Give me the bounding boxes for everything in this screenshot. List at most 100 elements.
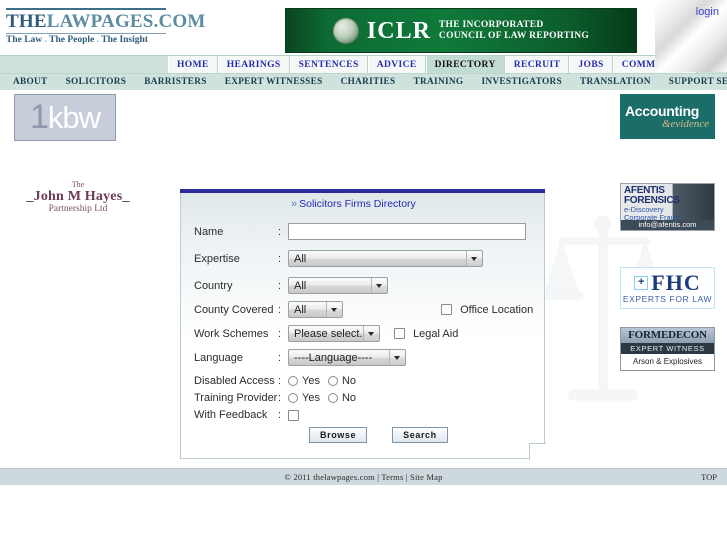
form-row-county-covered: County Covered : All Office Location bbox=[194, 301, 533, 318]
subnav-item-translation[interactable]: TRANSLATION bbox=[571, 74, 660, 90]
select-expertise[interactable]: All bbox=[288, 250, 483, 267]
logo-title-the: THE bbox=[6, 11, 47, 32]
radio-disabled-access-yes[interactable] bbox=[288, 376, 298, 386]
nav-tab-community[interactable]: COMMUNITY bbox=[612, 56, 698, 73]
left-ad-column: 1kbw The _John M Hayes_ Partnership Ltd bbox=[14, 94, 164, 215]
nav-tab-directory[interactable]: DIRECTORY bbox=[425, 56, 505, 73]
logo-title-lawpages: LAWPAGES.COM bbox=[46, 11, 206, 32]
label-name: Name bbox=[194, 225, 224, 238]
ad-formedecon[interactable]: FORMEDECON EXPERT WITNESS Arson & Explos… bbox=[620, 327, 715, 371]
browse-button[interactable]: Browse bbox=[309, 427, 368, 443]
site-logo[interactable]: THELAWPAGES.COM The Law . The People . T… bbox=[6, 8, 205, 45]
form-row-name: Name : bbox=[194, 223, 526, 240]
page-content: 1kbw The _John M Hayes_ Partnership Ltd … bbox=[0, 90, 727, 473]
ad-fhc-mark: FHC bbox=[651, 269, 701, 295]
subnav-item-investigators[interactable]: INVESTIGATORS bbox=[472, 74, 571, 90]
label-legal-aid: Legal Aid bbox=[413, 327, 459, 340]
checkbox-with-feedback[interactable] bbox=[288, 409, 299, 421]
select-work-schemes[interactable]: Please select... bbox=[288, 325, 380, 342]
subnav-item-expert-witnesses[interactable]: EXPERT WITNESSES bbox=[216, 74, 332, 90]
select-county-covered[interactable]: All bbox=[288, 301, 343, 318]
form-row-country: Country : All bbox=[194, 277, 388, 294]
back-to-top-link[interactable]: TOP bbox=[701, 469, 717, 485]
ad-john-m-hayes[interactable]: The _John M Hayes_ Partnership Ltd bbox=[14, 181, 142, 215]
ad-jmh-sub: Partnership Ltd bbox=[48, 204, 108, 214]
panel-top-accent-bar bbox=[180, 189, 545, 193]
nav-tab-home[interactable]: HOME bbox=[168, 56, 218, 73]
ad-accounting-line2: &evidence bbox=[661, 117, 709, 130]
label-work-schemes: Work Schemes bbox=[194, 327, 269, 340]
label-country: Country bbox=[194, 279, 233, 292]
form-row-work-schemes: Work Schemes : Please select... Legal Ai… bbox=[194, 325, 458, 342]
radio-disabled-access-no[interactable] bbox=[327, 376, 338, 386]
subnav-item-support-services[interactable]: SUPPORT SERVICES bbox=[660, 74, 727, 90]
ad-1kbw[interactable]: 1kbw bbox=[14, 94, 116, 141]
chevron-down-icon bbox=[389, 350, 404, 365]
right-ad-column: Accounting &evidence AFENTIS FORENSICS e… bbox=[620, 94, 720, 371]
nav-tab-recruit[interactable]: RECRUIT bbox=[504, 56, 570, 73]
ad-accounting-evidence[interactable]: Accounting &evidence bbox=[620, 94, 715, 139]
iclr-tagline-line2: COUNCIL OF LAW REPORTING bbox=[438, 30, 590, 41]
select-language[interactable]: ----Language---- bbox=[288, 349, 406, 366]
subnav-item-barristers[interactable]: BARRISTERS bbox=[135, 74, 215, 90]
form-row-expertise: Expertise : All bbox=[194, 250, 483, 267]
colon-language: : bbox=[278, 351, 282, 364]
colon-training-provider: : bbox=[278, 392, 282, 404]
subnav-item-charities[interactable]: CHARITIES bbox=[332, 74, 405, 90]
label-office-location: Office Location bbox=[460, 303, 534, 316]
login-link[interactable]: login bbox=[696, 6, 719, 18]
panel-title-text: Solicitors Firms Directory bbox=[299, 198, 416, 210]
label-county-covered: County Covered bbox=[194, 303, 274, 316]
site-header: THELAWPAGES.COM The Law . The People . T… bbox=[0, 0, 727, 55]
checkbox-legal-aid[interactable] bbox=[394, 328, 405, 340]
select-language-value: ----Language---- bbox=[294, 351, 373, 364]
checkbox-office-location-wrap: Office Location bbox=[441, 304, 533, 316]
subnav-item-about[interactable]: ABOUT bbox=[4, 74, 57, 90]
subnav-item-solicitors[interactable]: SOLICITORS bbox=[57, 74, 136, 90]
chevron-right-icon: » bbox=[291, 198, 298, 210]
ad-afentis-email: info@afentis.com bbox=[621, 220, 714, 230]
radio-training-provider-no[interactable] bbox=[327, 393, 338, 403]
chevron-down-icon bbox=[466, 251, 481, 266]
search-button[interactable]: Search bbox=[392, 427, 448, 443]
iclr-banner-ad[interactable]: ICLR THE INCORPORATED COUNCIL OF LAW REP… bbox=[285, 8, 637, 53]
ad-1kbw-one: 1 bbox=[29, 98, 49, 136]
select-county-covered-value: All bbox=[294, 303, 307, 316]
colon-expertise: : bbox=[278, 252, 282, 265]
iclr-tagline: THE INCORPORATED COUNCIL OF LAW REPORTIN… bbox=[439, 20, 589, 42]
select-country[interactable]: All bbox=[288, 277, 388, 294]
footer-copyright: © 2011 thelawpages.com | Terms | Site Ma… bbox=[284, 472, 443, 482]
ad-formedecon-line3: Arson & Explosives bbox=[633, 357, 702, 366]
label-disabled-access: Disabled Access bbox=[194, 375, 275, 387]
colon-work-schemes: : bbox=[278, 327, 282, 340]
label-training-provider-yes: Yes bbox=[302, 392, 320, 404]
search-input-name[interactable] bbox=[288, 223, 526, 240]
ad-accounting-line1: Accounting bbox=[625, 102, 699, 119]
form-row-disabled-access: Disabled Access : Yes No bbox=[194, 375, 364, 387]
panel-corner-fold bbox=[529, 443, 546, 460]
colon-name: : bbox=[278, 225, 282, 238]
select-work-schemes-value: Please select... bbox=[294, 327, 363, 340]
ad-fhc-row: + FHC bbox=[634, 269, 701, 295]
tagline-the-insight: The Insight bbox=[101, 35, 148, 45]
iclr-tagline-line1: THE INCORPORATED bbox=[438, 19, 544, 30]
chevron-down-icon bbox=[326, 302, 341, 317]
ad-jmh-the: The bbox=[71, 180, 85, 189]
colon-county-covered: : bbox=[278, 303, 282, 316]
checkbox-office-location[interactable] bbox=[441, 304, 452, 316]
colon-with-feedback: : bbox=[278, 409, 282, 421]
panel-title: » Solicitors Firms Directory bbox=[291, 198, 416, 210]
nav-tab-advice[interactable]: ADVICE bbox=[367, 56, 426, 73]
nav-tab-sentences[interactable]: SENTENCES bbox=[289, 56, 368, 73]
logo-rule-mid bbox=[6, 33, 166, 34]
ad-1kbw-text: 1kbw bbox=[30, 100, 101, 135]
ad-1kbw-rest: kbw bbox=[47, 100, 101, 135]
subnav-item-training[interactable]: TRAINING bbox=[405, 74, 473, 90]
nav-tab-jobs[interactable]: JOBS bbox=[569, 56, 613, 73]
nav-tab-hearings[interactable]: HEARINGS bbox=[217, 56, 290, 73]
ad-fhc-experts-for-law[interactable]: + FHC EXPERTS FOR LAW bbox=[620, 267, 715, 309]
ad-afentis-forensics[interactable]: AFENTIS FORENSICS e-Discovery Corporate … bbox=[620, 183, 715, 231]
form-row-training-provider: Training Provider : Yes No bbox=[194, 392, 364, 404]
radio-training-provider-yes[interactable] bbox=[288, 393, 298, 403]
label-expertise: Expertise bbox=[194, 252, 240, 265]
